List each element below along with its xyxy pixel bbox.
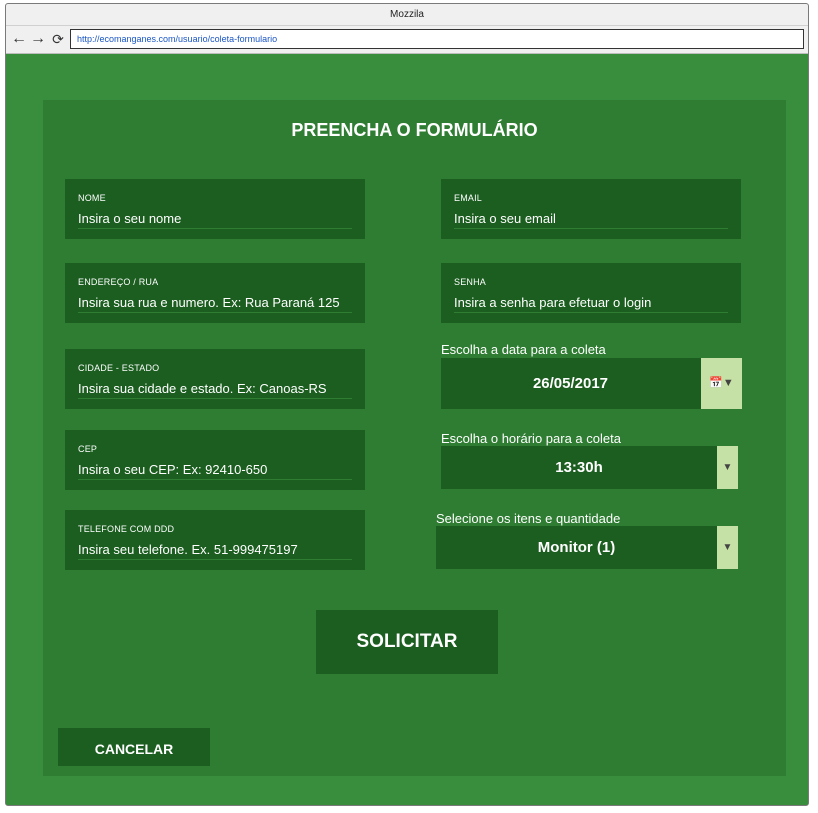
browser-toolbar: ← → ⟳ http://ecomanganes.com/usuario/col…	[6, 26, 808, 54]
phone-input[interactable]: Insira seu telefone. Ex. 51-999475197	[78, 542, 352, 560]
name-input[interactable]: Insira o seu nome	[78, 211, 352, 229]
time-label: Escolha o horário para a coleta	[441, 431, 621, 446]
submit-button[interactable]: SOLICITAR	[316, 610, 498, 674]
phone-field[interactable]: TELEFONE COM DDD Insira seu telefone. Ex…	[65, 510, 365, 570]
city-state-field[interactable]: CIDADE - ESTADO Insira sua cidade e esta…	[65, 349, 365, 409]
cep-field[interactable]: CEP Insira o seu CEP: Ex: 92410-650	[65, 430, 365, 490]
chevron-down-icon[interactable]: ▼	[717, 446, 738, 489]
address-input[interactable]: Insira sua rua e numero. Ex: Rua Paraná …	[78, 295, 352, 313]
name-field[interactable]: NOME Insira o seu nome	[65, 179, 365, 239]
items-label: Selecione os itens e quantidade	[436, 511, 621, 526]
password-label: SENHA	[454, 277, 487, 287]
calendar-icon[interactable]: 📅▼	[701, 358, 742, 409]
time-select[interactable]: 13:30h ▼	[441, 446, 738, 489]
address-bar[interactable]: http://ecomanganes.com/usuario/coleta-fo…	[70, 29, 804, 49]
password-field[interactable]: SENHA Insira a senha para efetuar o logi…	[441, 263, 741, 323]
form-title: PREENCHA O FORMULÁRIO	[291, 120, 538, 140]
form-panel: PREENCHA O FORMULÁRIO NOME Insira o seu …	[43, 100, 786, 776]
date-label: Escolha a data para a coleta	[441, 342, 606, 357]
forward-arrow-icon[interactable]: →	[29, 30, 47, 48]
items-value: Monitor (1)	[537, 539, 616, 556]
date-picker[interactable]: 26/05/2017 📅▼	[441, 358, 742, 409]
password-input[interactable]: Insira a senha para efetuar o login	[454, 295, 728, 313]
address-label: ENDEREÇO / RUA	[78, 277, 159, 287]
email-label: EMAIL	[454, 193, 483, 203]
name-label: NOME	[78, 193, 106, 203]
address-field[interactable]: ENDEREÇO / RUA Insira sua rua e numero. …	[65, 263, 365, 323]
items-select[interactable]: Monitor (1) ▼	[436, 526, 738, 569]
city-state-label: CIDADE - ESTADO	[78, 363, 160, 373]
page-content: PREENCHA O FORMULÁRIO NOME Insira o seu …	[6, 54, 808, 805]
city-state-input[interactable]: Insira sua cidade e estado. Ex: Canoas-R…	[78, 381, 352, 399]
chevron-down-icon[interactable]: ▼	[717, 526, 738, 569]
date-value: 26/05/2017	[532, 375, 609, 392]
phone-label: TELEFONE COM DDD	[78, 524, 175, 534]
email-field[interactable]: EMAIL Insira o seu email	[441, 179, 741, 239]
email-input[interactable]: Insira o seu email	[454, 211, 728, 229]
cancel-button[interactable]: CANCELAR	[58, 728, 210, 766]
cep-label: CEP	[78, 444, 98, 454]
cep-input[interactable]: Insira o seu CEP: Ex: 92410-650	[78, 462, 352, 480]
browser-window: Mozzila ← → ⟳ http://ecomanganes.com/usu…	[5, 3, 809, 806]
time-value: 13:30h	[555, 459, 603, 476]
back-arrow-icon[interactable]: ←	[10, 30, 28, 48]
window-title: Mozzila	[6, 4, 808, 26]
reload-icon[interactable]: ⟳	[49, 30, 67, 48]
